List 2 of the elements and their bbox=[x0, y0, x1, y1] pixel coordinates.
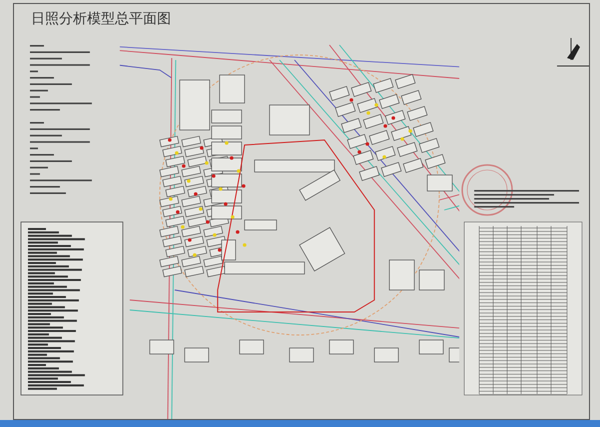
north-arrow-icon bbox=[567, 38, 580, 60]
drawing-title: 日照分析模型总平面图 bbox=[30, 10, 171, 29]
